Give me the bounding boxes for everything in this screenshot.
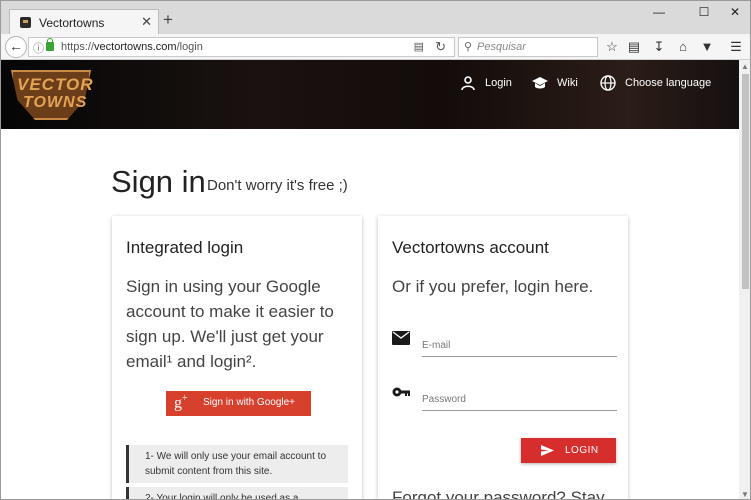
integrated-login-card: Integrated login Sign in using your Goog…	[112, 216, 362, 499]
logo-text-bottom: TOWNS	[23, 94, 88, 111]
page-subtitle: Don't worry it's free ;)	[207, 177, 348, 194]
search-bar[interactable]: ⚲ Pesquisar	[458, 37, 598, 57]
page-title: Sign in	[111, 164, 206, 199]
logo-text-top: VECTOR	[17, 75, 94, 94]
bookmarks-library-icon[interactable]: ▤	[625, 38, 643, 56]
menu-icon[interactable]: ☰	[727, 38, 745, 56]
nav-language-label: Choose language	[625, 77, 712, 89]
search-placeholder: Pesquisar	[477, 41, 526, 53]
login-button-label: LOGIN	[565, 445, 599, 456]
email-usage-note: 1- We will only use your email account t…	[126, 445, 348, 483]
scrollbar-thumb[interactable]	[742, 74, 749, 289]
url-bar[interactable]: ⓘ https://vectortowns.com/login ▤ ↻	[28, 37, 455, 57]
scroll-up-icon[interactable]: ▲	[741, 62, 749, 71]
login-button[interactable]: LOGIN	[521, 438, 616, 463]
nav-wiki-label: Wiki	[557, 77, 578, 89]
minimize-button[interactable]: —	[641, 1, 677, 25]
page-scrollbar[interactable]: ▲ ▼	[739, 60, 750, 499]
lock-icon[interactable]	[46, 38, 54, 51]
page-content: VECTOR TOWNS Login Wiki Choose language …	[1, 60, 739, 499]
account-login-card: Vectortowns account Or if you prefer, lo…	[378, 216, 628, 499]
home-icon[interactable]: ⌂	[674, 38, 692, 56]
tab-close-icon[interactable]: ✕	[141, 14, 152, 30]
info-icon[interactable]: ⓘ	[33, 40, 44, 56]
account-login-lead: Or if you prefer, login here.	[392, 277, 594, 296]
site-favicon-icon	[20, 17, 31, 28]
password-underline	[422, 410, 617, 411]
graduation-cap-icon	[532, 77, 548, 89]
close-window-button[interactable]: ✕	[717, 1, 750, 25]
google-plus-icon: g+	[174, 393, 188, 412]
person-icon	[461, 76, 475, 91]
forgot-password-link[interactable]: Forgot your password? Stay	[392, 488, 605, 499]
email-placeholder: E-mail	[422, 340, 451, 351]
navigation-bar: ← ⓘ https://vectortowns.com/login ▤ ↻ ⚲ …	[1, 34, 750, 60]
account-login-heading: Vectortowns account	[392, 238, 549, 257]
url-text[interactable]: https://vectortowns.com/login	[61, 41, 203, 53]
nav-login-label: Login	[485, 77, 512, 89]
google-signin-button[interactable]: g+ Sign in with Google+	[166, 391, 311, 416]
password-placeholder: Password	[422, 394, 466, 405]
browser-window: Vectortowns ✕ + — ☐ ✕ ← ⓘ https://vector…	[0, 0, 751, 500]
scroll-down-icon[interactable]: ▼	[741, 490, 749, 499]
reload-icon[interactable]: ↻	[435, 39, 446, 55]
tab-title: Vectortowns	[39, 16, 105, 30]
site-header: VECTOR TOWNS Login Wiki Choose language	[1, 60, 739, 129]
login-usage-note: 2- Your login will only be used as a sug…	[126, 487, 348, 499]
globe-icon	[600, 75, 616, 91]
integrated-login-lead: Sign in using your Google account to mak…	[126, 277, 334, 371]
back-button[interactable]: ←	[5, 36, 27, 58]
reader-view-icon[interactable]: ▤	[414, 40, 424, 53]
download-icon[interactable]: ↧	[650, 38, 668, 56]
tab-strip: Vectortowns ✕ + — ☐ ✕	[1, 1, 750, 35]
bookmark-star-icon[interactable]: ☆	[603, 38, 621, 56]
password-field[interactable]: Password	[392, 377, 617, 417]
email-underline	[422, 356, 617, 357]
integrated-login-heading: Integrated login	[126, 238, 244, 257]
google-signin-label: Sign in with Google+	[203, 397, 296, 408]
email-field[interactable]: E-mail	[392, 323, 617, 363]
key-icon	[392, 387, 410, 397]
new-tab-button[interactable]: +	[163, 10, 173, 30]
search-icon: ⚲	[464, 41, 473, 53]
pocket-icon[interactable]: ▼	[698, 38, 716, 56]
send-icon	[541, 445, 554, 456]
tab-vectortowns[interactable]: Vectortowns ✕	[9, 9, 159, 35]
email-icon	[392, 331, 410, 345]
vectortowns-logo[interactable]: VECTOR TOWNS	[11, 70, 94, 120]
